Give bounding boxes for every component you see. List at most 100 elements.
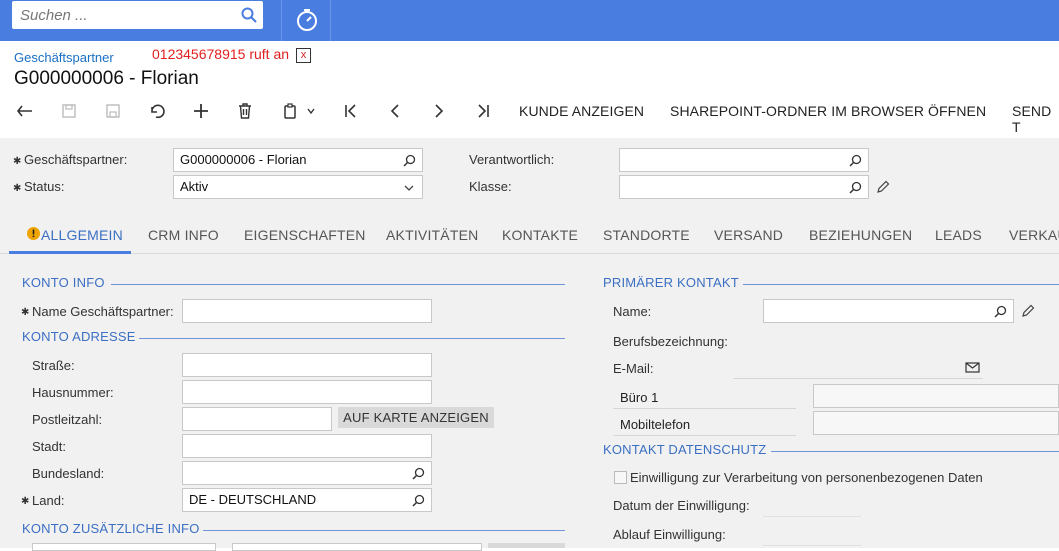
extra-info-button[interactable] [488, 543, 565, 548]
country-label: Land: [32, 493, 65, 508]
timer-button[interactable] [281, 0, 331, 41]
tab-standorte[interactable]: STANDORTE [603, 227, 690, 243]
required-marker: ✱ [21, 307, 30, 318]
section-konto-zusatz: KONTO ZUSÄTZLICHE INFO [22, 521, 200, 536]
postal-code-field[interactable] [182, 407, 332, 431]
previous-record-button[interactable] [384, 100, 406, 122]
plus-icon [194, 104, 208, 118]
back-button[interactable] [14, 100, 36, 122]
last-record-button[interactable] [472, 100, 494, 122]
back-arrow-icon [16, 105, 32, 117]
street-label: Straße: [32, 358, 75, 373]
chevron-left-icon [390, 104, 399, 118]
form-area [0, 138, 1059, 548]
email-label: E-Mail: [613, 361, 654, 376]
mobile-phone-field[interactable] [813, 411, 1059, 435]
mail-icon[interactable] [965, 362, 980, 373]
divider [613, 435, 796, 436]
city-field[interactable] [182, 434, 432, 458]
first-icon [345, 104, 356, 118]
partner-field[interactable]: G000000006 - Florian [173, 148, 423, 172]
edit-pencil-icon[interactable] [1021, 304, 1035, 318]
status-label: Status: [24, 179, 65, 194]
tab-allgemein[interactable]: ALLGEMEIN [41, 227, 123, 243]
stopwatch-icon [297, 9, 317, 31]
responsible-label: Verantwortlich: [469, 152, 555, 167]
consent-date-field[interactable] [763, 516, 861, 517]
save-button[interactable] [102, 100, 124, 122]
section-konto-adresse: KONTO ADRESSE [22, 329, 136, 344]
status-value: Aktiv [180, 179, 209, 194]
search-icon[interactable] [412, 494, 425, 507]
clipboard-menu-button[interactable] [278, 100, 320, 122]
consent-expiry-field[interactable] [763, 545, 861, 546]
first-record-button[interactable] [340, 100, 362, 122]
tab-eigenschaften[interactable]: EIGENSCHAFTEN [244, 227, 366, 243]
partner-label: Geschäftspartner: [24, 152, 128, 167]
undo-button[interactable] [146, 100, 168, 122]
house-number-field[interactable] [182, 380, 432, 404]
page-title: G000000006 - Florian [14, 68, 199, 89]
clipboard-icon [284, 103, 296, 119]
search-icon[interactable] [994, 305, 1007, 318]
section-divider [111, 284, 565, 285]
contact-name-field[interactable] [763, 299, 1014, 323]
job-title-label: Berufsbezeichnung: [613, 334, 728, 349]
show-on-map-button[interactable]: AUF KARTE ANZEIGEN [338, 407, 494, 428]
tab-crm-info[interactable]: CRM INFO [148, 227, 219, 243]
office-phone-field[interactable] [813, 384, 1059, 408]
trash-icon [239, 103, 251, 119]
tab-versand[interactable]: VERSAND [714, 227, 783, 243]
top-bar [0, 0, 1059, 41]
country-value: DE - DEUTSCHLAND [189, 492, 317, 507]
section-privacy: KONTAKT DATENSCHUTZ [603, 442, 767, 457]
street-field[interactable] [182, 353, 432, 377]
delete-button[interactable] [234, 100, 256, 122]
call-notice: 012345678915 ruft an [152, 46, 290, 62]
breadcrumb[interactable]: Geschäftspartner [14, 50, 114, 65]
next-record-button[interactable] [428, 100, 450, 122]
tab-beziehungen[interactable]: BEZIEHUNGEN [809, 227, 912, 243]
email-field[interactable] [733, 355, 983, 379]
status-select[interactable]: Aktiv [173, 175, 423, 199]
tab-verkauf[interactable]: VERKAU [1009, 227, 1059, 243]
consent-checkbox[interactable] [614, 471, 627, 484]
save-close-button[interactable] [58, 100, 80, 122]
section-divider [771, 451, 1059, 452]
partner-name-field[interactable] [182, 299, 432, 323]
tab-aktivitaeten[interactable]: AKTIVITÄTEN [386, 227, 478, 243]
postal-code-label: Postleitzahl: [32, 412, 103, 427]
mobile-phone-label: Mobiltelefon [620, 417, 691, 432]
extra-info-field-2[interactable] [232, 543, 482, 551]
tab-kontakte[interactable]: KONTAKTE [502, 227, 578, 243]
warning-icon [27, 227, 40, 240]
search-icon[interactable] [849, 181, 862, 194]
add-button[interactable] [190, 100, 212, 122]
search-icon[interactable] [412, 467, 425, 480]
responsible-field[interactable] [619, 148, 869, 172]
tab-leads[interactable]: LEADS [935, 227, 982, 243]
last-icon [478, 104, 489, 118]
city-label: Stadt: [32, 439, 66, 454]
country-field[interactable]: DE - DEUTSCHLAND [182, 488, 432, 512]
search-icon[interactable] [403, 154, 416, 167]
search-icon[interactable] [849, 154, 862, 167]
search-box[interactable] [12, 1, 263, 29]
section-divider [203, 530, 565, 531]
class-field[interactable] [619, 175, 869, 199]
extra-info-field-1[interactable] [32, 543, 216, 551]
search-icon[interactable] [241, 7, 257, 23]
search-input[interactable] [12, 1, 222, 29]
edit-pencil-icon[interactable] [876, 180, 890, 194]
call-close-button[interactable]: x [296, 48, 311, 63]
save-close-icon [62, 104, 76, 118]
section-primary-contact: PRIMÄRER KONTAKT [603, 275, 739, 290]
house-number-label: Hausnummer: [32, 385, 114, 400]
send-button[interactable]: SEND T [1012, 103, 1059, 135]
sharepoint-button[interactable]: SHAREPOINT-ORDNER IM BROWSER ÖFFNEN [670, 103, 986, 119]
consent-date-label: Datum der Einwilligung: [613, 498, 750, 513]
show-customer-button[interactable]: KUNDE ANZEIGEN [519, 103, 644, 119]
partner-name-label: Name Geschäftspartner: [32, 304, 174, 319]
class-label: Klasse: [469, 179, 512, 194]
state-field[interactable] [182, 461, 432, 485]
